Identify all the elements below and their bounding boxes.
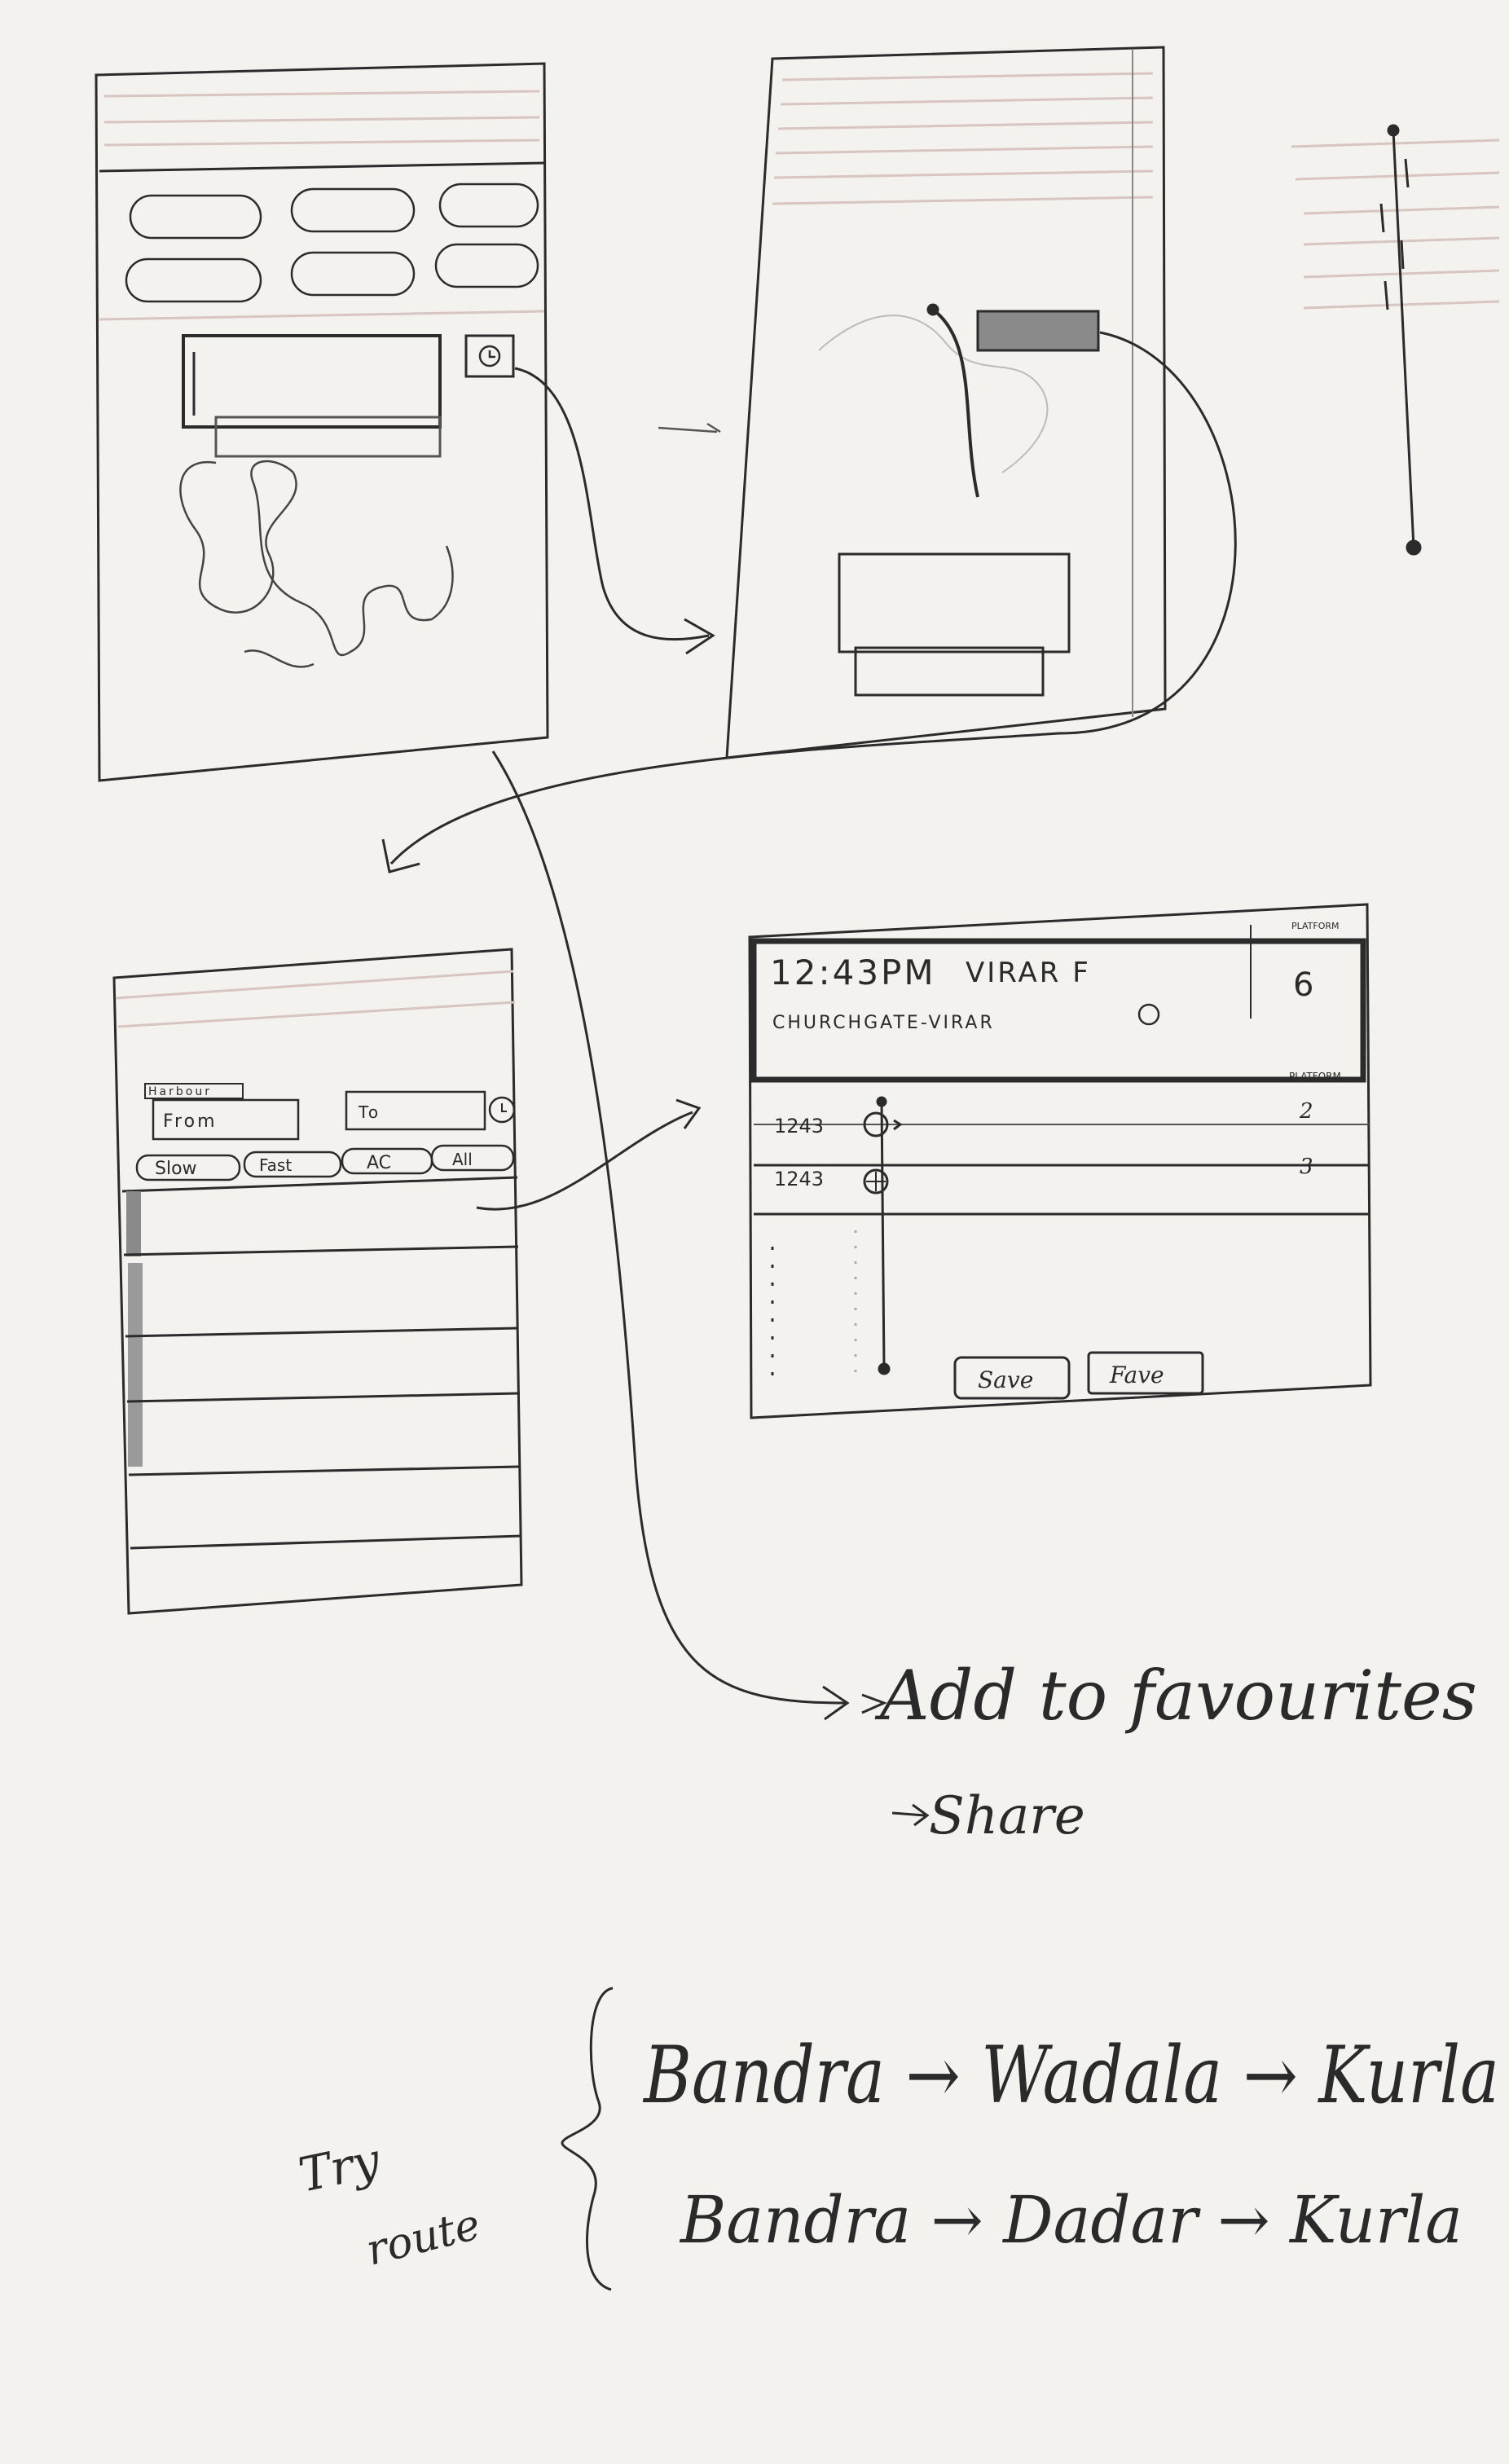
filter-ac: AC bbox=[367, 1153, 391, 1173]
platform-header: PLATFORM bbox=[1291, 921, 1340, 931]
shaded-location-tag bbox=[976, 310, 1100, 352]
route-option-2: Bandra → Dadar → Kurla bbox=[679, 2182, 1463, 2258]
row-1-platform: 2 bbox=[1299, 1099, 1313, 1124]
try-label: Try bbox=[294, 2132, 385, 2202]
filter-slow: Slow bbox=[155, 1159, 197, 1179]
sketch-sheet: Harbour From To Slow Fast AC All 12:43PM… bbox=[95, 46, 1500, 2291]
filter-all: All bbox=[452, 1150, 473, 1169]
flow-arrow-map-to-detail bbox=[514, 367, 710, 641]
row-1-time: 1243 bbox=[774, 1115, 824, 1137]
from-placeholder: From bbox=[163, 1111, 218, 1132]
wireframe-map-route bbox=[725, 46, 1167, 759]
train-route: CHURCHGATE-VIRAR bbox=[772, 1013, 995, 1033]
train-time: 12:43PM bbox=[770, 953, 936, 992]
flow-arrow-to-actions bbox=[491, 750, 848, 1705]
save-button-label: Save bbox=[978, 1366, 1033, 1393]
action-add-to-favourites: Add to favourites bbox=[874, 1656, 1477, 1736]
harbour-label: Harbour bbox=[148, 1085, 212, 1098]
train-name: VIRAR F bbox=[966, 957, 1091, 989]
to-placeholder: To bbox=[358, 1102, 381, 1122]
flow-arrow-search-to-train bbox=[476, 1111, 693, 1211]
row-2-platform: 3 bbox=[1300, 1155, 1313, 1179]
route-label: route bbox=[362, 2200, 486, 2275]
route-brace bbox=[561, 1987, 614, 2291]
list-platform-header: PLATFORM bbox=[1289, 1071, 1341, 1082]
row-2-time: 1243 bbox=[774, 1168, 824, 1190]
timeline-sketch bbox=[1291, 124, 1500, 556]
action-share: Share bbox=[929, 1786, 1085, 1846]
flow-arrow-detail-to-search bbox=[389, 331, 1237, 865]
route-option-1: Bandra → Wadala → Kurla bbox=[642, 2030, 1499, 2121]
wireframe-train-search bbox=[112, 948, 523, 1615]
fave-button-label: Fave bbox=[1109, 1362, 1164, 1388]
clock-icon bbox=[1137, 1003, 1160, 1026]
filter-fast: Fast bbox=[259, 1155, 292, 1175]
platform-value: 6 bbox=[1293, 966, 1313, 1004]
wireframe-map-search bbox=[95, 62, 549, 782]
